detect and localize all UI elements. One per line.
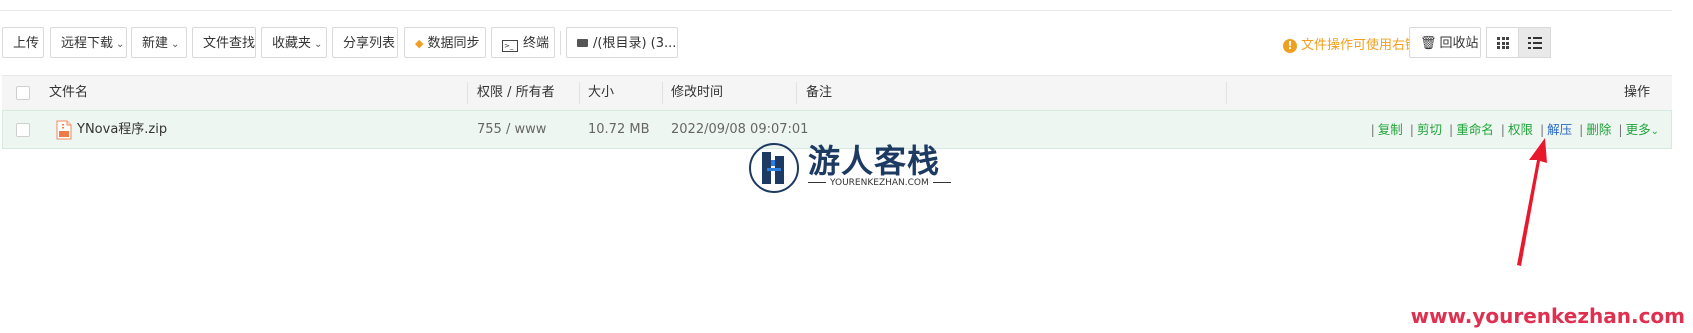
chevron-down-icon: ⌄ [314,39,323,50]
recycle-bin-label: 回收站 [1439,36,1479,51]
logo-title: 游人客栈 [808,142,941,180]
grid-icon [1497,37,1509,49]
remote-download-button[interactable]: 远程下载 ⌄ [50,27,127,58]
column-divider [579,82,580,104]
file-perm-owner[interactable]: 755 / www [477,111,546,149]
list-view-button[interactable] [1518,27,1551,58]
diamond-icon: ◆ [415,37,424,50]
chevron-down-icon: ⌄ [116,39,125,50]
file-search-button[interactable]: 文件查找 [192,27,256,58]
remote-download-label: 远程下载 [61,36,114,51]
share-list-label: 分享列表 [343,36,396,51]
header-name[interactable]: 文件名 [49,76,88,110]
logo-subtitle-text: YOURENKEZHAN.COM [830,178,929,188]
zip-file-icon [56,120,72,140]
logo-emblem-icon [749,143,799,193]
logo-subtitle: YOURENKEZHAN.COM [804,178,955,188]
header-perm-owner[interactable]: 权限 / 所有者 [477,76,555,110]
column-divider [1226,82,1227,104]
recycle-bin-button[interactable]: 🗑 回收站 [1409,27,1481,58]
annotation-arrow [1517,138,1547,266]
more-link[interactable]: 更多 [1626,122,1651,137]
share-list-button[interactable]: 分享列表 [332,27,398,58]
info-icon: ! [1283,39,1297,53]
upload-label: 上传 [13,36,40,51]
chevron-down-icon: ⌄ [171,39,180,50]
trash-icon: 🗑 [1420,36,1437,51]
row-checkbox[interactable] [16,123,30,137]
file-size: 10.72 MB [588,122,650,137]
delete-link[interactable]: 删除 [1586,122,1611,137]
select-all-checkbox[interactable] [16,86,30,100]
terminal-icon: >_ [502,40,518,52]
data-sync-button[interactable]: ◆ 数据同步 [404,27,486,58]
path-label: /(根目录) (3... [593,36,677,51]
header-size[interactable]: 大小 [588,76,614,110]
terminal-button[interactable]: >_ 终端 [491,27,555,58]
header-note: 备注 [806,85,833,100]
data-sync-label: 数据同步 [427,36,480,51]
favorites-button[interactable]: 收藏夹 ⌄ [261,27,327,58]
terminal-label: 终端 [523,36,550,51]
copy-link[interactable]: 复制 [1378,122,1403,137]
column-divider [662,82,663,104]
unzip-link[interactable]: 解压 [1547,122,1572,137]
upload-button[interactable]: 上传 [2,27,44,58]
header-mtime[interactable]: 修改时间 [671,76,723,110]
permission-link[interactable]: 权限 [1508,122,1533,137]
column-divider [796,82,797,104]
favorites-label: 收藏夹 [272,36,312,51]
new-label: 新建 [142,36,169,51]
rename-link[interactable]: 重命名 [1456,122,1494,137]
cut-link[interactable]: 剪切 [1417,122,1442,137]
grid-view-button[interactable] [1486,27,1519,58]
column-divider [467,82,468,104]
watermark-logo: 游人客栈 YOURENKEZHAN.COM [748,140,951,196]
watermark-url: www.yourenkezhan.com [1410,304,1685,328]
hint-text: 文件操作可使用右键 [1301,38,1419,53]
toolbar-divider [560,31,561,55]
row-operations: | 复制 | 剪切 | 重命名 | 权限 | 解压 | 删除 | 更多⌄ [1370,122,1659,137]
new-button[interactable]: 新建 ⌄ [131,27,187,58]
header-ops: 操作 [1623,85,1650,100]
table-header: 文件名 权限 / 所有者 大小 修改时间 备注 操作 [2,75,1672,111]
file-name[interactable]: YNova程序.zip [77,111,167,149]
file-search-label: 文件查找 [203,36,256,51]
right-click-hint: ! 文件操作可使用右键 [1283,34,1418,53]
list-icon [1528,37,1542,49]
drive-icon [577,39,588,47]
top-divider [0,10,1672,11]
path-button[interactable]: /(根目录) (3... [566,27,678,58]
toolbar: 上传 远程下载 ⌄ 新建 ⌄ 文件查找 收藏夹 ⌄ 分享列表 ◆ 数据同步 >_ 终端 /… [2,27,1674,60]
chevron-down-icon[interactable]: ⌄ [1651,126,1659,137]
